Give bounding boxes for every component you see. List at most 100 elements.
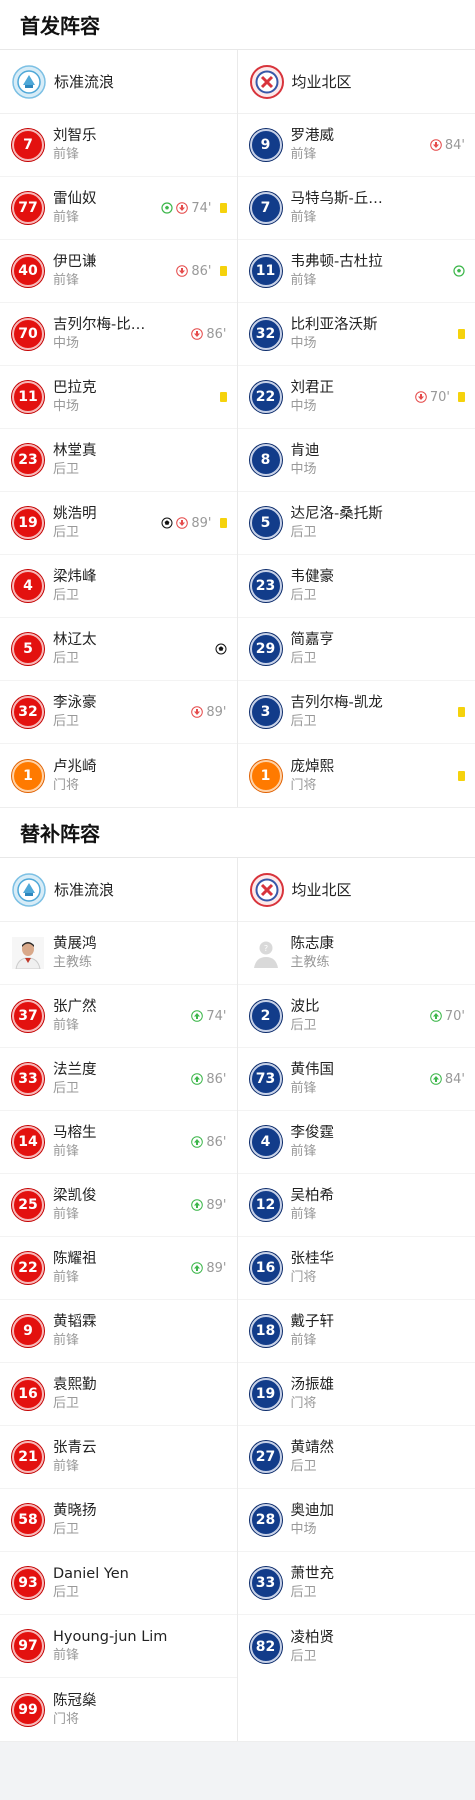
player-row[interactable]: 22 陈耀祖 前锋 89': [0, 1237, 237, 1300]
player-info: 黄韬霖 前锋: [53, 1312, 227, 1350]
player-events: 86': [191, 1072, 227, 1087]
player-row[interactable]: 33 萧世充 后卫: [237, 1552, 475, 1615]
player-position: 门将: [53, 1711, 80, 1727]
sub-on-icon: [191, 1010, 204, 1022]
player-row[interactable]: 19 姚浩明 后卫 89': [0, 492, 237, 555]
player-row[interactable]: 5 林辽太 后卫: [0, 618, 237, 681]
player-row[interactable]: 16 袁熙勤 后卫: [0, 1363, 237, 1426]
player-row[interactable]: 21 张青云 前锋: [0, 1426, 237, 1489]
player-row[interactable]: 99 陈冠燊 门将: [0, 1678, 237, 1741]
subs-away-column: 均业北区 ? 陈志康 主教练 2 波比 后卫 70' 73 黄伟国 前锋 84' 4 李俊霆 前锋 12 吴柏…: [237, 858, 475, 1741]
player-info: 刘智乐 前锋: [53, 126, 227, 164]
player-row[interactable]: 4 梁炜峰 后卫: [0, 555, 237, 618]
yellow-card-icon: [458, 329, 465, 339]
player-row[interactable]: 58 黄晓扬 后卫: [0, 1489, 237, 1552]
home-team-header[interactable]: 标准流浪: [0, 50, 237, 114]
home-team-logo-icon: [12, 872, 46, 907]
sub-off-icon: [415, 391, 427, 403]
player-info: 张广然 前锋: [53, 997, 191, 1035]
player-row[interactable]: 12 吴柏希 前锋: [237, 1174, 475, 1237]
player-row[interactable]: 70 吉列尔梅-比… 中场 86': [0, 303, 237, 366]
subs-away-team-header[interactable]: 均业北区: [237, 858, 475, 922]
player-row[interactable]: 7 刘智乐 前锋: [0, 114, 237, 177]
player-row[interactable]: 29 简嘉亨 后卫: [237, 618, 475, 681]
player-name: 韦弗顿-古杜拉: [290, 254, 383, 270]
player-row[interactable]: 1 庞焯熙 门将: [238, 744, 475, 807]
player-row[interactable]: 77 雷仙奴 前锋 74': [0, 177, 237, 240]
yellow-card-icon: [219, 203, 227, 213]
player-position: 后卫: [53, 588, 80, 603]
player-row[interactable]: 23 韦健豪 后卫: [237, 555, 475, 618]
player-position: 前锋: [53, 210, 80, 225]
jersey-number-badge: 93: [12, 1567, 44, 1599]
jersey-number-badge: 25: [12, 1189, 44, 1221]
player-row[interactable]: 1 卢兆崎 门将: [0, 744, 237, 807]
player-row[interactable]: 23 林堂真 后卫: [0, 429, 237, 492]
player-row[interactable]: 14 马榕生 前锋 86': [0, 1111, 237, 1174]
player-row[interactable]: 33 法兰度 后卫 86': [0, 1048, 237, 1111]
player-info: 陈志康 主教练: [291, 934, 466, 972]
player-row[interactable]: 73 黄伟国 前锋 84': [237, 1048, 475, 1111]
yellow-card-icon: [458, 707, 465, 717]
player-position: 后卫: [290, 525, 317, 540]
player-row[interactable]: 9 黄韬霖 前锋: [0, 1300, 237, 1363]
jersey-number-badge: 16: [12, 1378, 44, 1410]
home-team-name: 标准流浪: [54, 73, 115, 91]
player-row[interactable]: 黄展鸿 主教练: [0, 922, 237, 985]
player-row[interactable]: 11 巴拉克 中场: [0, 366, 237, 429]
player-row[interactable]: 28 奥迪加 中场: [237, 1489, 475, 1552]
player-row[interactable]: 4 李俊霆 前锋: [237, 1111, 475, 1174]
away-team-header[interactable]: 均业北区: [237, 50, 475, 114]
player-row[interactable]: 16 张桂华 门将: [237, 1237, 475, 1300]
player-row[interactable]: 2 波比 后卫 70': [237, 985, 475, 1048]
player-position: 前锋: [290, 1081, 317, 1096]
player-position: 前锋: [290, 273, 317, 288]
player-row[interactable]: 37 张广然 前锋 74': [0, 985, 237, 1048]
player-row[interactable]: 19 汤振雄 门将: [237, 1363, 475, 1426]
player-row[interactable]: 5 达尼洛-桑托斯 后卫: [237, 492, 475, 555]
player-row[interactable]: 40 伊巴谦 前锋 86': [0, 240, 237, 303]
player-info: 吴柏希 前锋: [291, 1186, 466, 1224]
coach-avatar: [12, 937, 44, 969]
player-row[interactable]: 7 马特乌斯-丘… 前锋: [237, 177, 475, 240]
player-row[interactable]: 97 Hyoung-jun Lim 前锋: [0, 1615, 237, 1678]
jersey-number-badge: 73: [249, 1063, 282, 1095]
player-row[interactable]: ? 陈志康 主教练: [237, 922, 475, 985]
away-team-logo-icon: [249, 872, 284, 907]
player-row[interactable]: 22 刘君正 中场 70': [237, 366, 475, 429]
player-name: 张广然: [53, 999, 97, 1015]
player-row[interactable]: 11 韦弗顿-古杜拉 前锋: [237, 240, 475, 303]
subs-home-team-header[interactable]: 标准流浪: [0, 858, 237, 922]
starting-lineup-title: 首发阵容: [0, 0, 475, 50]
player-name: 肯迪: [290, 443, 320, 459]
player-row[interactable]: 18 戴子轩 前锋: [237, 1300, 475, 1363]
player-info: 法兰度 后卫: [53, 1060, 191, 1098]
player-position: 后卫: [290, 1648, 317, 1664]
player-row[interactable]: 82 凌柏贤 后卫: [238, 1615, 475, 1678]
sub-off-minute: 86': [191, 263, 212, 279]
player-info: 马榕生 前锋: [53, 1123, 191, 1161]
home-subs-list: 黄展鸿 主教练 37 张广然 前锋 74' 33 法兰度 后卫 86' 14 马榕生 前锋 86' 25 梁凯…: [0, 922, 237, 1741]
player-row[interactable]: 9 罗港威 前锋 84': [237, 114, 475, 177]
subs-home-column: 标准流浪 黄展鸿 主教练 37 张广然 前锋 74' 33 法兰度 后卫 86' 14 马榕生 前锋 86…: [0, 858, 238, 1741]
jersey-number-badge: 16: [249, 1252, 282, 1284]
player-position: 前锋: [53, 1144, 80, 1159]
starting-home-column: 标准流浪 7 刘智乐 前锋 77 雷仙奴 前锋 74' 40 伊巴谦 前锋 86' 70 吉列尔梅-比……: [0, 50, 238, 807]
player-row[interactable]: 32 李泳豪 后卫 89': [0, 681, 237, 744]
player-info: 萧世充 后卫: [291, 1564, 466, 1602]
player-position: 主教练: [290, 955, 330, 970]
player-events: 86': [191, 327, 227, 342]
player-row[interactable]: 3 吉列尔梅-凯龙 后卫: [237, 681, 475, 744]
player-name: 张青云: [53, 1440, 97, 1456]
player-name: 李俊霆: [290, 1125, 335, 1141]
jersey-number-badge: 18: [249, 1315, 282, 1347]
player-position: 门将: [53, 777, 80, 793]
player-row[interactable]: 8 肯迪 中场: [237, 429, 475, 492]
player-row[interactable]: 27 黄靖然 后卫: [237, 1426, 475, 1489]
player-row[interactable]: 93 Daniel Yen 后卫: [0, 1552, 237, 1615]
player-row[interactable]: 32 比利亚洛沃斯 中场: [237, 303, 475, 366]
player-row[interactable]: 25 梁凯俊 前锋 89': [0, 1174, 237, 1237]
player-position: 门将: [290, 777, 317, 793]
player-position: 中场: [290, 399, 317, 414]
yellow-card-icon: [458, 770, 465, 781]
